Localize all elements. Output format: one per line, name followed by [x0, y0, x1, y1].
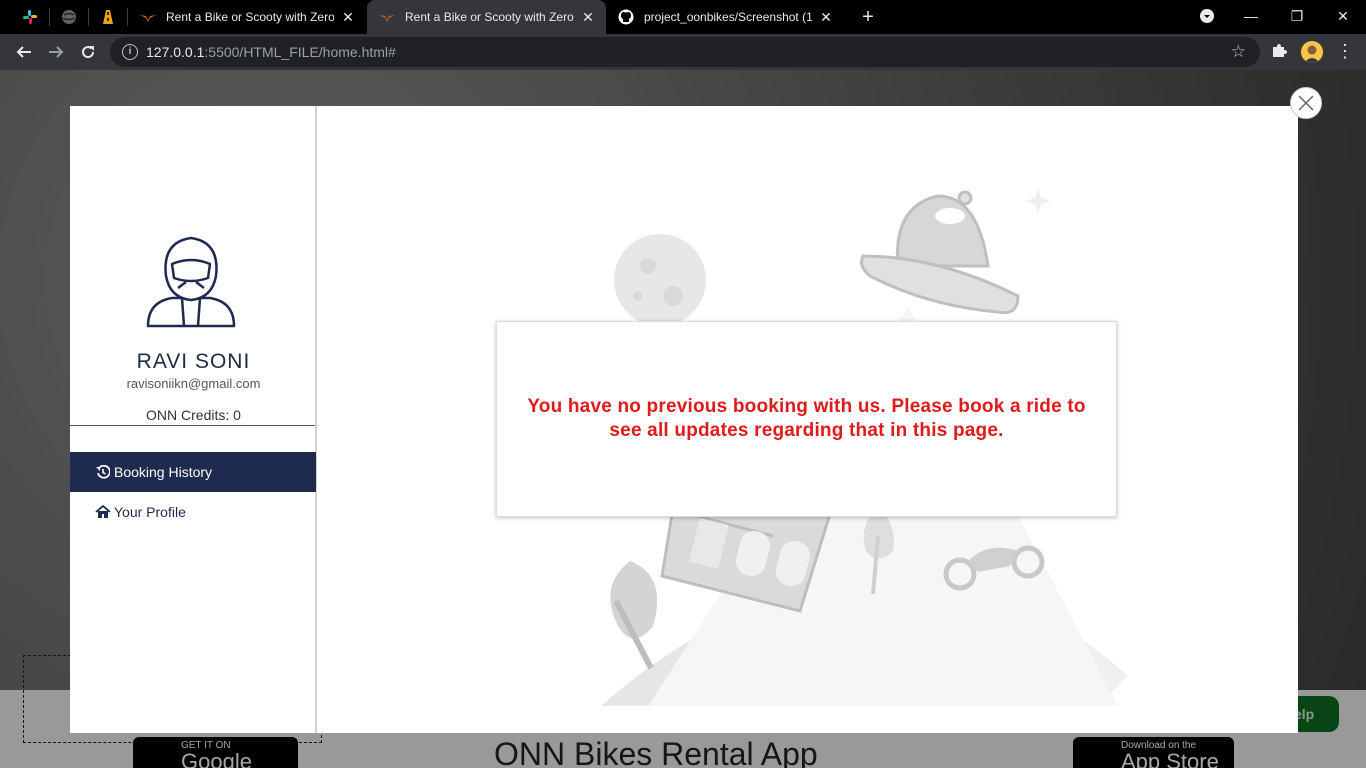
- arrow-right-icon: [49, 46, 64, 58]
- tab-github[interactable]: project_oonbikes/Screenshot (13 ✕: [606, 0, 844, 34]
- road-icon: [103, 10, 113, 24]
- bookmark-star-icon[interactable]: ☆: [1231, 42, 1246, 62]
- chevron-down-icon: [1200, 9, 1214, 23]
- profile-sidebar: RAVI SONI ravisoniikn@gmail.com ONN Cred…: [70, 106, 317, 733]
- new-tab-button[interactable]: +: [856, 5, 880, 29]
- onn-favicon: [379, 9, 395, 25]
- window-close-button[interactable]: ✕: [1320, 0, 1366, 32]
- tab-search-button[interactable]: [1184, 0, 1230, 32]
- reload-button[interactable]: [74, 38, 102, 66]
- no-bookings-card: You have no previous booking with us. Pl…: [496, 321, 1117, 517]
- rider-avatar-icon: [142, 232, 240, 332]
- tab-strip: Rent a Bike or Scooty with Zero D ✕ Rent…: [0, 0, 1366, 34]
- close-tab-icon[interactable]: ✕: [580, 9, 596, 25]
- slack-icon: [23, 10, 37, 24]
- sidebar-item-your-profile[interactable]: Your Profile: [70, 492, 316, 532]
- user-name: RAVI SONI: [136, 350, 251, 373]
- browser-menu-icon[interactable]: ⋮: [1336, 41, 1354, 63]
- tree-icon: [610, 561, 658, 670]
- pinned-tab-globe[interactable]: [50, 0, 88, 34]
- forward-button[interactable]: [42, 38, 70, 66]
- restore-button[interactable]: ❐: [1274, 0, 1320, 32]
- sidebar-item-label: Your Profile: [114, 504, 186, 520]
- onn-credits: ONN Credits: 0: [146, 407, 241, 423]
- ufo-icon: [860, 190, 1020, 315]
- back-button[interactable]: [10, 38, 38, 66]
- home-icon: [95, 504, 111, 520]
- reload-icon: [82, 46, 95, 59]
- pinned-tab-slack[interactable]: [11, 0, 49, 34]
- onn-favicon: [140, 9, 156, 25]
- globe-icon: [62, 10, 76, 24]
- pinned-tab-road[interactable]: [89, 0, 127, 34]
- close-tab-icon[interactable]: ✕: [340, 9, 356, 25]
- address-bar[interactable]: i 127.0.0.1:5500/HTML_FILE/home.html# ☆: [110, 37, 1260, 67]
- url-host: 127.0.0.1: [146, 44, 205, 60]
- minimize-button[interactable]: —: [1228, 0, 1274, 32]
- arrow-left-icon: [16, 46, 31, 58]
- no-bookings-message: You have no previous booking with us. Pl…: [527, 396, 1086, 441]
- tab-rent-bike-1[interactable]: Rent a Bike or Scooty with Zero D ✕: [128, 0, 366, 34]
- profile-avatar[interactable]: [1301, 41, 1323, 63]
- history-icon: [95, 464, 111, 480]
- sidebar-item-booking-history[interactable]: Booking History: [70, 452, 316, 492]
- close-icon: [1298, 95, 1314, 111]
- github-icon: [618, 9, 634, 25]
- divider: [70, 425, 315, 426]
- tab-title: project_oonbikes/Screenshot (13: [644, 10, 812, 24]
- close-tab-icon[interactable]: ✕: [818, 9, 834, 25]
- tab-rent-bike-2[interactable]: Rent a Bike or Scooty with Zero D ✕: [367, 0, 606, 34]
- user-email: ravisoniikn@gmail.com: [126, 376, 261, 391]
- tab-title: Rent a Bike or Scooty with Zero D: [405, 10, 574, 24]
- site-info-icon[interactable]: i: [122, 44, 138, 60]
- sidebar-item-label: Booking History: [114, 464, 213, 480]
- extensions-puzzle-icon[interactable]: [1269, 42, 1289, 62]
- url-path: :5500/HTML_FILE/home.html#: [204, 44, 396, 60]
- modal-close-button[interactable]: [1290, 87, 1322, 119]
- tab-title: Rent a Bike or Scooty with Zero D: [166, 10, 334, 24]
- browser-toolbar: i 127.0.0.1:5500/HTML_FILE/home.html# ☆ …: [0, 34, 1366, 70]
